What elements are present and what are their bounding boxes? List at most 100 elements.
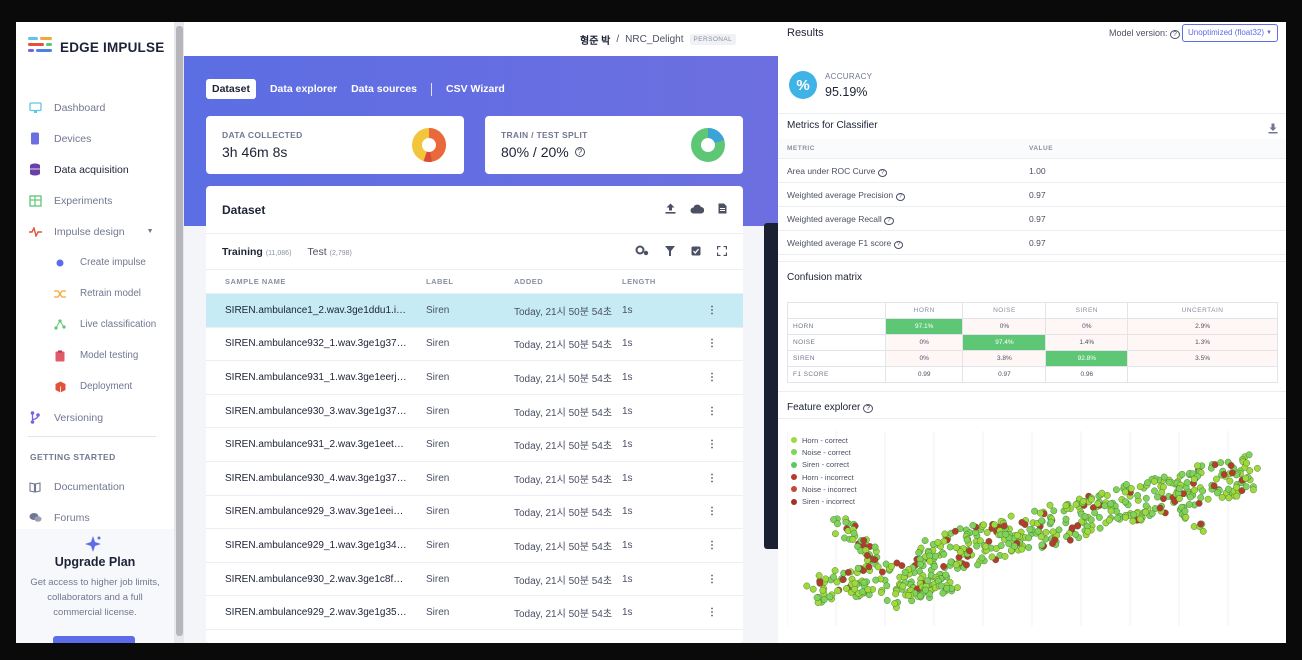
more-options-icon[interactable]: ⋮ (702, 473, 722, 484)
more-options-icon[interactable]: ⋮ (702, 574, 722, 585)
more-options-icon[interactable]: ⋮ (702, 506, 722, 517)
sidebar-item-label: Devices (54, 132, 92, 145)
table-row[interactable]: SIREN.ambulance930_4.wav.3ge1g376.i... Si… (206, 462, 743, 496)
upload-icon[interactable] (665, 201, 676, 219)
sidebar-item-versioning[interactable]: Versioning (16, 402, 174, 433)
sidebar-item-experiments[interactable]: Experiments (16, 185, 174, 216)
table-row[interactable]: SIREN.ambulance1_2.wav.3ge1ddu1.in... Sir… (206, 294, 743, 328)
scatter-point (854, 564, 862, 572)
table-row[interactable]: SIREN.ambulance932_1.wav.3ge1g37e.i... Si… (206, 328, 743, 362)
help-icon[interactable]: ? (574, 147, 585, 157)
legend-label: Noise - incorrect (802, 484, 857, 494)
legend-item[interactable]: Siren - correct (791, 459, 857, 471)
settings-filter-icon[interactable] (635, 243, 649, 261)
model-version-select[interactable]: Unoptimized (float32) ▼ (1182, 24, 1278, 42)
scatter-point (1018, 545, 1026, 553)
checkbox-select-icon[interactable] (691, 243, 701, 261)
metric-value: 0.97 (1029, 237, 1046, 248)
expand-icon[interactable] (716, 243, 728, 261)
help-icon[interactable]: ? (863, 404, 874, 413)
feature-explorer-plot[interactable] (787, 431, 1278, 626)
scatter-point (941, 530, 949, 538)
table-row[interactable]: SIREN.ambulance929_2.wav.3ge1g35a.i... Si… (206, 596, 743, 630)
scatter-point (1178, 470, 1186, 478)
tab-data-explorer[interactable]: Data explorer (270, 83, 337, 95)
sample-name: SIREN.ambulance930_2.wav.3ge1c8fm.i... (225, 573, 407, 585)
cloud-icon[interactable] (690, 201, 705, 219)
confusion-corner-cell (787, 302, 886, 319)
help-icon[interactable]: ? (884, 216, 894, 225)
scatter-point (839, 576, 847, 583)
more-options-icon[interactable]: ⋮ (702, 372, 722, 383)
confusion-col-header: HORN (884, 302, 964, 319)
legend-label: Siren - incorrect (802, 497, 855, 507)
scatter-point (1243, 459, 1250, 467)
table-row[interactable]: SIREN.ambulance929_3.wav.3ge1eei0.i... Si… (206, 496, 743, 530)
sidebar-subitem-live-classification[interactable]: Live classification (16, 309, 174, 340)
sidebar-item-label: Impulse design (54, 225, 125, 238)
sidebar-scrollbar-thumb[interactable] (176, 26, 183, 636)
legend-item[interactable]: Noise - incorrect (791, 483, 857, 495)
upgrade-button[interactable] (53, 636, 135, 643)
column-label[interactable]: LABEL (407, 277, 514, 286)
sidebar-subitem-create-impulse[interactable]: Create impulse (16, 247, 174, 278)
column-sample-name[interactable]: SAMPLE NAME (206, 277, 407, 286)
subtab-test[interactable]: Test (2,798) (307, 246, 351, 258)
tab-dataset[interactable]: Dataset (206, 79, 256, 99)
legend-item[interactable]: Horn - correct (791, 434, 857, 446)
table-row[interactable]: SIREN.ambulance929_1.wav.3ge1g349.i... Si… (206, 529, 743, 563)
more-options-icon[interactable]: ⋮ (702, 540, 722, 551)
table-row[interactable]: SIREN.ambulance931_2.wav.3ge1eetb.i... Si… (206, 428, 743, 462)
legend-label: Noise - correct (802, 447, 851, 457)
sidebar-item-impulse-design[interactable]: Impulse design ▼ (16, 216, 174, 247)
app-logo[interactable]: EDGE IMPULSE (28, 36, 164, 59)
chevron-down-icon[interactable]: ▼ (147, 228, 154, 235)
split-donut (691, 128, 725, 162)
more-options-icon[interactable]: ⋮ (702, 607, 722, 618)
help-icon[interactable]: ? (893, 240, 903, 249)
sample-length: 1s (622, 304, 633, 316)
sample-length: 1s (622, 472, 633, 484)
help-icon[interactable]: ? (1170, 30, 1180, 39)
sidebar-subitem-model-testing[interactable]: Model testing (16, 340, 174, 371)
table-row[interactable]: SIREN.ambulance931_1.wav.3ge1eerj.i... Si… (206, 361, 743, 395)
sidebar-item-devices[interactable]: Devices (16, 123, 174, 154)
sample-added: Today, 21시 50분 54초 (514, 508, 613, 520)
legend-dot (791, 437, 797, 444)
scatter-point (973, 542, 981, 550)
table-row[interactable]: SIREN.ambulance930_2.wav.3ge1c8fm.i... Si… (206, 563, 743, 597)
tab-csv-wizard[interactable]: CSV Wizard (446, 83, 505, 95)
scatter-point (952, 544, 960, 552)
sidebar-item-data-acquisition[interactable]: Data acquisition (16, 154, 174, 185)
file-icon[interactable] (718, 201, 727, 219)
table-row[interactable]: SIREN.ambulance930_3.wav.3ge1g377.i... Si… (206, 395, 743, 429)
more-options-icon[interactable]: ⋮ (702, 338, 722, 349)
legend-item[interactable]: Siren - incorrect (791, 495, 857, 507)
download-icon[interactable] (1268, 121, 1278, 139)
legend-item[interactable]: Horn - incorrect (791, 471, 857, 483)
sparkle-icon (84, 535, 102, 558)
test-count: (2,798) (329, 249, 352, 257)
sidebar-subitem-retrain-model[interactable]: Retrain model (16, 278, 174, 309)
subtab-training[interactable]: Training (11,086) (222, 246, 291, 258)
breadcrumb-user[interactable]: 형준 박 (580, 32, 610, 47)
confusion-cell: 1.4% (1045, 334, 1129, 351)
sidebar-item-documentation[interactable]: Documentation (16, 471, 174, 502)
more-options-icon[interactable]: ⋮ (702, 439, 722, 450)
legend-item[interactable]: Noise - correct (791, 446, 857, 458)
sidebar-item-dashboard[interactable]: Dashboard (16, 92, 174, 123)
more-options-icon[interactable]: ⋮ (702, 305, 722, 316)
metric-name: Weighted average Precision (787, 189, 894, 200)
confusion-row-header: F1 SCORE (787, 366, 886, 383)
column-added[interactable]: ADDED (514, 277, 622, 286)
column-length[interactable]: LENGTH (622, 277, 702, 286)
sidebar-subitem-deployment[interactable]: Deployment (16, 371, 174, 402)
filter-icon[interactable] (665, 243, 675, 261)
model-version-label: Model version: ? (1109, 28, 1180, 39)
breadcrumb-project[interactable]: NRC_Delight (625, 34, 683, 45)
more-options-icon[interactable]: ⋮ (702, 406, 722, 417)
sidebar-item-label: Documentation (54, 480, 125, 493)
help-icon[interactable]: ? (895, 192, 905, 201)
tab-data-sources[interactable]: Data sources (351, 83, 417, 95)
help-icon[interactable]: ? (877, 168, 888, 177)
